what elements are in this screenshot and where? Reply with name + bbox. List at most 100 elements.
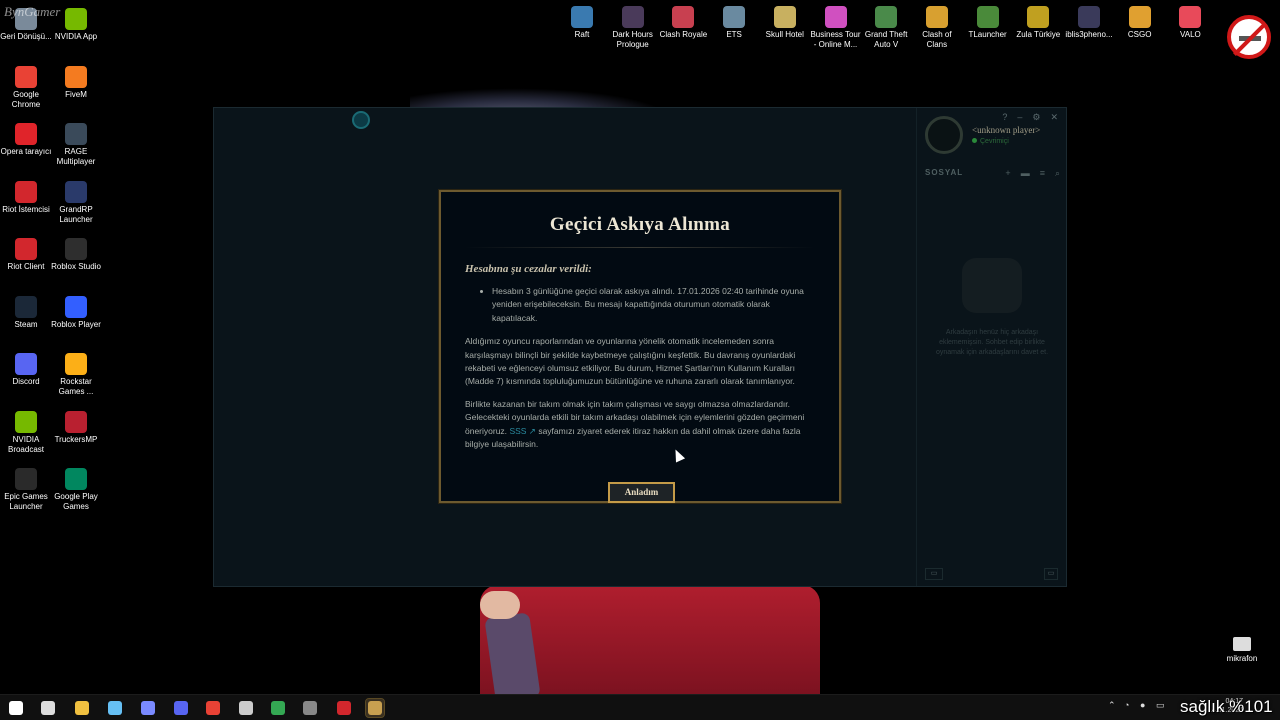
google-play-icon xyxy=(65,468,87,490)
tray-app-icon[interactable]: ◔ xyxy=(1124,700,1129,710)
task-view-icon[interactable] xyxy=(39,699,57,717)
desktop-shortcut[interactable]: Zula Türkiye xyxy=(1012,6,1064,40)
desktop-shortcut[interactable]: Business Tour - Online M... xyxy=(810,6,862,50)
truckersmp-icon xyxy=(65,410,87,433)
desktop-shortcut-label: FiveM xyxy=(65,89,87,99)
roblox-studio-icon xyxy=(65,238,87,260)
tray-mic-icon[interactable]: ● xyxy=(1140,700,1145,710)
help-icon[interactable]: ? xyxy=(1002,112,1007,123)
penalty-item: Hesabın 3 günlüğüne geçici olarak askıya… xyxy=(492,285,817,325)
social-toolbar: + ▬ ≡ ⌕ xyxy=(1005,168,1060,179)
desktop-shortcut[interactable]: Riot İstemcisi xyxy=(0,180,52,215)
discord-icon[interactable] xyxy=(172,699,190,717)
desktop-shortcut[interactable]: Riot Client xyxy=(0,238,52,272)
league-client-icon[interactable] xyxy=(365,698,385,718)
microphone-icon xyxy=(1233,637,1251,651)
obs-icon[interactable] xyxy=(237,699,255,717)
desktop-shortcut[interactable]: TruckersMP xyxy=(50,410,102,445)
desktop-shortcut[interactable]: Roblox Studio xyxy=(50,238,102,272)
desktop-shortcut-label: CSGO xyxy=(1127,30,1152,39)
desktop-shortcut[interactable]: Google Play Games xyxy=(50,468,102,512)
desktop-shortcut[interactable]: Discord xyxy=(0,353,52,387)
nvidia-broadcast-icon xyxy=(15,410,37,433)
dark-hours-icon xyxy=(621,6,644,28)
desktop-shortcut-label: Opera tarayıcı xyxy=(0,147,52,156)
desktop-shortcut-label: Rockstar Games ... xyxy=(58,377,94,396)
desktop-shortcut-label: Steam xyxy=(14,319,38,329)
player-name[interactable]: <unknown player> xyxy=(972,125,1040,135)
chrome-icon[interactable] xyxy=(204,699,222,717)
desktop-shortcut[interactable]: iblis3pheno... xyxy=(1063,6,1115,40)
desktop-shortcut[interactable]: Clash Royale xyxy=(657,6,709,40)
add-friend-icon[interactable]: + xyxy=(1005,168,1010,179)
health-overlay: sağlık %101 xyxy=(1180,697,1273,716)
valorant-icon xyxy=(1179,6,1202,28)
steam-icon xyxy=(15,295,37,318)
raft-icon xyxy=(571,6,593,28)
desktop-shortcut-label: Business Tour - Online M... xyxy=(810,30,861,49)
client-logo-orb-icon[interactable] xyxy=(352,111,370,129)
desktop-shortcut-label: Dark Hours Prologue xyxy=(612,30,653,49)
suspension-modal: Geçici Askıya Alınma Hesabına şu cezalar… xyxy=(439,190,841,503)
faq-link[interactable]: SSS ↗ xyxy=(509,426,536,436)
background-art-character xyxy=(480,585,820,703)
ets-icon xyxy=(723,6,746,28)
modal-body: Hesabın 3 günlüğüne geçici olarak askıya… xyxy=(465,285,817,460)
player-avatar[interactable] xyxy=(925,116,963,154)
modal-paragraph-2: Birlikte kazanan bir takım olmak için ta… xyxy=(465,398,817,452)
search-icon[interactable]: ⌕ xyxy=(1055,168,1060,179)
desktop-shortcut[interactable]: GrandRP Launcher xyxy=(50,180,102,225)
desktop-shortcut[interactable]: Roblox Player xyxy=(50,295,102,330)
settings-gear-icon[interactable]: ⚙ xyxy=(1032,112,1040,123)
desktop-shortcut[interactable]: RAGE Multiplayer xyxy=(50,123,102,167)
desktop-shortcut-label: Epic Games Launcher xyxy=(4,492,48,511)
desktop-shortcut[interactable]: FiveM xyxy=(50,65,102,100)
desktop-shortcut[interactable]: VALO xyxy=(1164,6,1216,40)
desktop-shortcut-label: VALO xyxy=(1180,30,1201,39)
desktop-shortcut[interactable]: Clash of Clans xyxy=(911,6,963,50)
terminal-icon[interactable] xyxy=(301,699,319,717)
desktop-shortcut[interactable]: Steam xyxy=(0,295,52,330)
google-play-icon[interactable] xyxy=(269,699,287,717)
modal-paragraph-1: Aldığımız oyuncu raporlarından ve oyunla… xyxy=(465,336,796,387)
desktop-shortcut[interactable]: NVIDIA Broadcast xyxy=(0,410,52,455)
desktop-shortcut-label: RAGE Multiplayer xyxy=(56,147,96,166)
desktop-shortcut[interactable]: Epic Games Launcher xyxy=(0,468,52,512)
desktop-shortcut[interactable]: Grand Theft Auto V xyxy=(860,6,912,50)
copilot-icon[interactable] xyxy=(139,699,157,717)
roblox-icon xyxy=(65,295,87,318)
desktop-shortcut[interactable]: Google Chrome xyxy=(0,65,52,110)
list-icon[interactable]: ≡ xyxy=(1040,168,1045,179)
understood-button[interactable]: Anladım xyxy=(608,482,675,503)
channel-watermark: BynGamer xyxy=(4,4,61,19)
tray-network-icon[interactable]: ▭ xyxy=(1156,700,1165,711)
minimize-icon[interactable]: – xyxy=(1017,112,1022,123)
player-status[interactable]: Çevrimiçi xyxy=(972,138,1009,145)
desktop-shortcut[interactable]: Dark Hours Prologue xyxy=(607,6,659,50)
discord-icon xyxy=(15,353,37,375)
riot-client-icon xyxy=(15,238,37,260)
desktop-shortcut-label: Google Play Games xyxy=(54,492,98,511)
csgo-icon xyxy=(1128,6,1151,28)
close-icon[interactable]: ✕ xyxy=(1050,112,1058,123)
clash-of-clans-icon xyxy=(925,6,948,28)
desktop-shortcut[interactable]: TLauncher xyxy=(962,6,1014,40)
file-explorer-icon[interactable] xyxy=(73,699,91,717)
windows-start-icon[interactable] xyxy=(7,699,25,717)
steam-icon[interactable] xyxy=(106,699,124,717)
tlauncher-icon xyxy=(976,6,999,28)
penalty-list: Hesabın 3 günlüğüne geçici olarak askıya… xyxy=(465,285,817,325)
folder-icon[interactable]: ▬ xyxy=(1021,168,1030,179)
desktop-shortcut[interactable]: Opera tarayıcı xyxy=(0,123,52,157)
fivem-icon xyxy=(65,65,87,88)
riot-client-icon[interactable] xyxy=(335,699,353,717)
tray-chevron-icon[interactable]: ⌃ xyxy=(1108,700,1116,711)
chat-icon[interactable]: ▭ xyxy=(925,568,943,580)
desktop-shortcut[interactable]: ETS xyxy=(708,6,760,40)
desktop-shortcut[interactable]: CSGO xyxy=(1114,6,1166,40)
report-icon[interactable]: ▭ xyxy=(1044,568,1058,580)
desktop-shortcut[interactable]: Skull Hotel xyxy=(759,6,811,40)
desktop-shortcut[interactable]: Raft xyxy=(556,6,608,40)
desktop-shortcut[interactable]: Rockstar Games ... xyxy=(50,353,102,397)
desktop-shortcut-label: TLauncher xyxy=(968,30,1007,39)
